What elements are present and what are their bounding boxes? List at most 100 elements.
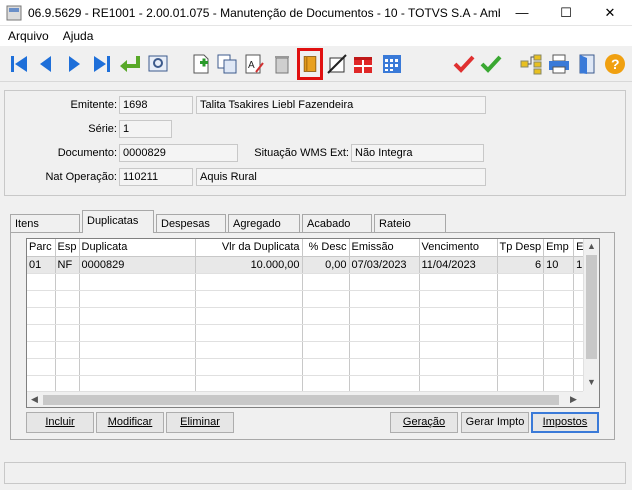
emitente-name-field[interactable]: Talita Tsakires Liebl Fazendeira xyxy=(196,96,486,114)
cell-esp: NF xyxy=(55,256,80,274)
print-button[interactable] xyxy=(546,50,572,78)
column-header-emissao[interactable]: Emissão xyxy=(349,239,420,257)
gift-icon xyxy=(354,57,372,73)
trash-icon xyxy=(275,56,289,74)
minimize-button[interactable]: — xyxy=(500,0,544,26)
horizontal-scroll-thumb[interactable] xyxy=(43,395,559,405)
previous-record-button[interactable] xyxy=(33,50,59,78)
modificar-label: Modificar xyxy=(107,416,153,428)
svg-text:?: ? xyxy=(611,56,620,72)
documento-field[interactable]: 0000829 xyxy=(119,144,238,162)
geracao-label: Geração xyxy=(402,416,446,428)
impostos-label: Impostos xyxy=(542,416,588,428)
column-header-parc[interactable]: Parc xyxy=(27,239,56,257)
modificar-button[interactable]: Modificar xyxy=(96,412,164,433)
vertical-scroll-thumb[interactable] xyxy=(586,255,597,359)
copy-icon xyxy=(217,54,237,74)
new-record-button[interactable] xyxy=(188,50,214,78)
next-record-button[interactable] xyxy=(61,50,87,78)
cancel-button[interactable] xyxy=(451,50,477,78)
copy-button[interactable] xyxy=(214,50,240,78)
impostos-button[interactable]: Impostos xyxy=(531,412,599,433)
maximize-button[interactable]: ☐ xyxy=(544,0,588,26)
situacao-wms-label: Situação WMS Ext: xyxy=(254,147,349,159)
table-row[interactable]: 01 NF 0000829 10.000,00 0,00 07/03/2023 … xyxy=(27,256,592,274)
emitente-code-field[interactable]: 1698 xyxy=(119,96,193,114)
confirm-button[interactable] xyxy=(478,50,504,78)
return-arrow-icon xyxy=(120,56,140,72)
situacao-wms-field[interactable]: Não Integra xyxy=(351,144,484,162)
horizontal-scrollbar[interactable]: ◀ ▶ xyxy=(27,391,584,407)
gerar-impto-label: Gerar Impto xyxy=(465,416,525,428)
document-header-panel: Emitente: 1698 Talita Tsakires Liebl Faz… xyxy=(4,90,626,196)
eliminar-button[interactable]: Eliminar xyxy=(166,412,234,433)
table-row xyxy=(27,358,592,376)
serie-label: Série: xyxy=(88,123,117,135)
first-record-button[interactable] xyxy=(6,50,32,78)
menu-ajuda[interactable]: Ajuda xyxy=(55,29,100,43)
exit-button[interactable] xyxy=(574,50,600,78)
nat-operacao-code-field[interactable]: 110211 xyxy=(119,168,193,186)
toolbar: A ? xyxy=(0,46,632,82)
duplicatas-table: Parc Esp Duplicata Vlr da Duplicata % De… xyxy=(27,239,592,393)
table-row xyxy=(27,290,592,308)
eliminar-label: Eliminar xyxy=(180,416,220,428)
tab-acabado[interactable]: Acabado xyxy=(302,214,372,233)
tab-agregado[interactable]: Agregado xyxy=(228,214,300,233)
cell-desc: 0,00 xyxy=(302,256,350,274)
column-header-desc[interactable]: % Desc xyxy=(302,239,350,257)
printer-icon xyxy=(549,54,569,74)
svg-text:A: A xyxy=(248,60,255,71)
nat-operacao-name-field[interactable]: Aquis Rural xyxy=(196,168,486,186)
next-icon xyxy=(69,56,80,72)
search-icon xyxy=(148,55,168,72)
table-row xyxy=(27,341,592,359)
incluir-button[interactable]: Incluir xyxy=(26,412,94,433)
geracao-button[interactable]: Geração xyxy=(390,412,458,433)
duplicatas-grid[interactable]: Parc Esp Duplicata Vlr da Duplicata % De… xyxy=(26,238,600,408)
scroll-down-icon[interactable]: ▼ xyxy=(587,377,596,387)
scroll-up-icon[interactable]: ▲ xyxy=(587,241,596,251)
menu-bar: Arquivo Ajuda xyxy=(0,26,632,46)
search-button[interactable] xyxy=(145,50,171,78)
tree-button[interactable] xyxy=(518,50,544,78)
tab-despesas[interactable]: Despesas xyxy=(156,214,226,233)
tab-rateio[interactable]: Rateio xyxy=(374,214,446,233)
cell-parc: 01 xyxy=(27,256,56,274)
column-header-emp[interactable]: Emp xyxy=(543,239,575,257)
last-icon xyxy=(94,56,110,72)
close-button[interactable]: ✕ xyxy=(588,0,632,26)
column-header-vlr-duplicata[interactable]: Vlr da Duplicata xyxy=(195,239,303,257)
tree-structure-icon xyxy=(520,54,542,75)
tab-duplicatas[interactable]: Duplicatas xyxy=(82,210,154,233)
column-header-vencimento[interactable]: Vencimento xyxy=(419,239,498,257)
scroll-right-icon[interactable]: ▶ xyxy=(570,394,577,405)
vertical-scrollbar[interactable]: ▲ ▼ xyxy=(583,239,599,391)
delete-button[interactable] xyxy=(269,50,295,78)
column-header-duplicata[interactable]: Duplicata xyxy=(79,239,196,257)
last-record-button[interactable] xyxy=(89,50,115,78)
tab-itens[interactable]: Itens xyxy=(10,214,80,233)
goto-button[interactable] xyxy=(117,50,143,78)
cell-vlr-duplicata: 10.000,00 xyxy=(195,256,303,274)
column-header-tp-desp[interactable]: Tp Desp xyxy=(497,239,545,257)
serie-field[interactable]: 1 xyxy=(119,120,172,138)
help-button[interactable]: ? xyxy=(602,50,628,78)
notes-book-button[interactable] xyxy=(297,48,323,80)
app-icon xyxy=(6,5,22,20)
column-header-esp[interactable]: Esp xyxy=(55,239,80,257)
new-document-icon xyxy=(193,54,209,74)
edit-button[interactable]: A xyxy=(241,50,267,78)
gift-button[interactable] xyxy=(350,50,376,78)
table-row xyxy=(27,307,592,325)
book-icon xyxy=(303,56,317,72)
cell-vencimento: 11/04/2023 xyxy=(419,256,498,274)
previous-icon xyxy=(40,56,51,72)
menu-arquivo[interactable]: Arquivo xyxy=(0,29,55,43)
calendar-button[interactable] xyxy=(379,50,405,78)
gerar-impto-button[interactable]: Gerar Impto xyxy=(461,412,529,433)
signature-button[interactable] xyxy=(324,50,350,78)
table-row xyxy=(27,375,592,393)
cell-duplicata: 0000829 xyxy=(79,256,196,274)
scroll-left-icon[interactable]: ◀ xyxy=(31,394,38,405)
